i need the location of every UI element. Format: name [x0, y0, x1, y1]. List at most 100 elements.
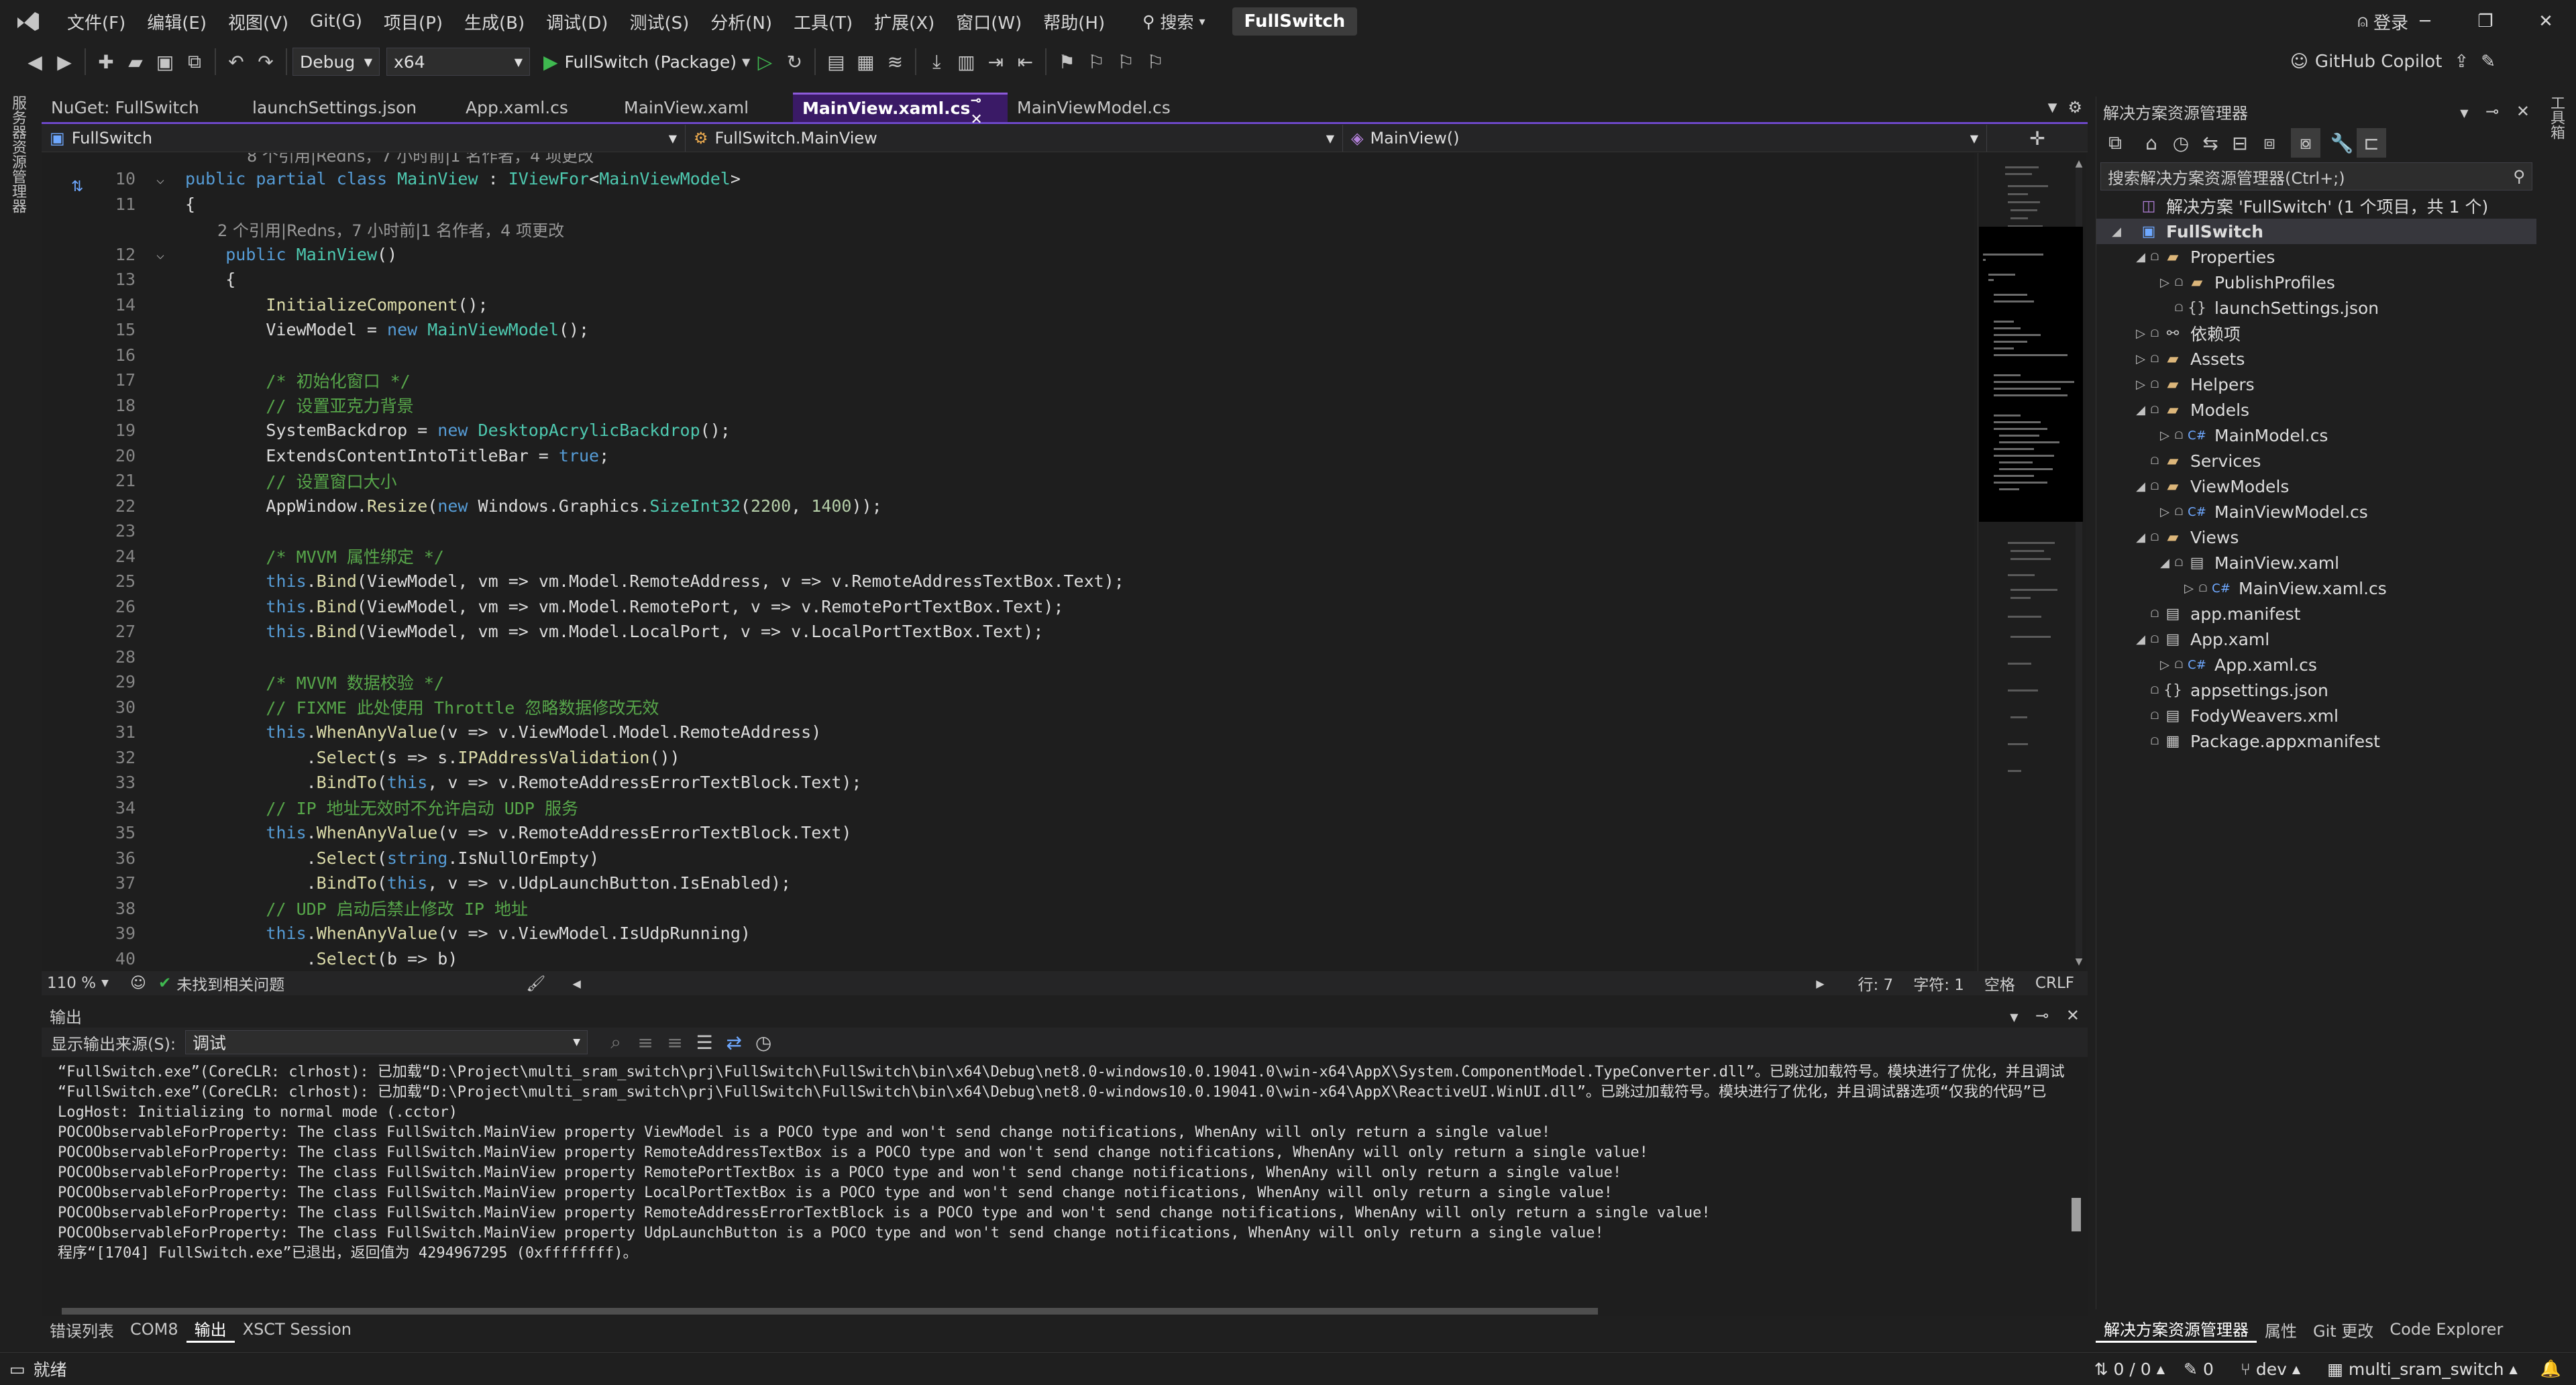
- settings-icon[interactable]: ⚙: [2068, 98, 2082, 117]
- share-icon[interactable]: ⇪: [2454, 52, 2469, 72]
- tree-item[interactable]: ᗝ ▤ app.manifest: [2096, 601, 2536, 626]
- tree-item[interactable]: ◢ ᗝ ▰ ViewModels: [2096, 474, 2536, 499]
- timestamp-icon[interactable]: ◷: [749, 1028, 778, 1057]
- notifications-icon[interactable]: 🔔: [2540, 1359, 2561, 1379]
- collapsed-arrow-icon[interactable]: ▷: [2133, 378, 2149, 392]
- expanded-arrow-icon[interactable]: ◢: [2108, 225, 2125, 239]
- tab-code-explorer[interactable]: Code Explorer: [2381, 1316, 2511, 1343]
- menu-extensions[interactable]: 扩展(X): [863, 0, 945, 43]
- filter-icon[interactable]: ⧇: [2291, 128, 2320, 158]
- char-indicator[interactable]: 字符: 1: [1913, 972, 1964, 995]
- open-folder-icon[interactable]: ▰: [121, 47, 150, 76]
- tree-item[interactable]: ᗝ {} launchSettings.json: [2096, 295, 2536, 321]
- forward-icon[interactable]: ▶: [50, 47, 79, 76]
- output-source-dropdown[interactable]: 调试 ▼: [185, 1030, 588, 1054]
- expanded-arrow-icon[interactable]: ◢: [2133, 632, 2149, 647]
- output-text[interactable]: “FullSwitch.exe”(CoreCLR: clrhost): 已加载“…: [42, 1057, 2088, 1289]
- restore-button[interactable]: ❐: [2455, 0, 2516, 43]
- expanded-arrow-icon[interactable]: ◢: [2133, 531, 2149, 545]
- outdent-icon[interactable]: ⇤: [1010, 47, 1040, 76]
- show-all-files-icon[interactable]: ⧈: [2255, 128, 2284, 158]
- bookmark-icon[interactable]: ⚑: [1052, 47, 1081, 76]
- tab-properties[interactable]: 属性: [2257, 1316, 2305, 1343]
- browse-icon[interactable]: ▤: [821, 47, 851, 76]
- menu-window[interactable]: 窗口(W): [945, 0, 1032, 43]
- tree-item[interactable]: ◢ ᗝ ▰ Views: [2096, 524, 2536, 550]
- repository-status[interactable]: multi_sram_switch: [2349, 1360, 2504, 1379]
- eol-indicator[interactable]: CRLF: [2035, 975, 2074, 992]
- pending-changes-status[interactable]: 0: [2203, 1360, 2214, 1379]
- tree-item[interactable]: ▷ ᗝ ⚯ 依赖项: [2096, 321, 2536, 346]
- pin-icon[interactable]: ⊸: [2485, 102, 2499, 121]
- hot-reload-icon[interactable]: ↻: [780, 47, 809, 76]
- start-without-debugging-icon[interactable]: ▷: [750, 47, 780, 76]
- expanded-arrow-icon[interactable]: ◢: [2133, 250, 2149, 264]
- commits-status[interactable]: 0 / 0: [2114, 1360, 2151, 1379]
- project-dropdown[interactable]: ▣ FullSwitch ▼: [42, 125, 686, 152]
- history-icon[interactable]: ◷: [2166, 128, 2196, 158]
- panel-menu-icon[interactable]: ▼: [2010, 1011, 2018, 1023]
- tree-item[interactable]: ▷ ᗝ C# MainModel.cs: [2096, 423, 2536, 448]
- spell-check-icon[interactable]: ≋: [880, 47, 910, 76]
- previous-message-icon[interactable]: ≡: [631, 1028, 660, 1057]
- zoom-dropdown[interactable]: 110 % ▼: [42, 975, 127, 992]
- panel-menu-icon[interactable]: ▼: [2460, 107, 2468, 119]
- class-dropdown[interactable]: ⚙ FullSwitch.MainView ▼: [686, 125, 1343, 152]
- feedback-icon[interactable]: ✎: [2481, 52, 2496, 72]
- menu-project[interactable]: 项目(P): [373, 0, 453, 43]
- menu-analyze[interactable]: 分析(N): [700, 0, 783, 43]
- tab-solution-explorer[interactable]: 解决方案资源管理器: [2096, 1316, 2257, 1343]
- brush-icon[interactable]: 🖌: [526, 975, 545, 993]
- menu-git[interactable]: Git(G): [299, 0, 373, 43]
- step-into-icon[interactable]: ⤓: [922, 47, 951, 76]
- tree-item[interactable]: ◢ ᗝ ▰ Properties: [2096, 244, 2536, 270]
- start-debugging-button[interactable]: ▶ FullSwitch (Package) ▼: [543, 51, 750, 73]
- scroll-right-icon[interactable]: ▶: [1816, 977, 1824, 990]
- indent-icon[interactable]: ⇥: [981, 47, 1010, 76]
- tree-item[interactable]: ▷ ᗝ ▰ Assets: [2096, 346, 2536, 372]
- tree-item[interactable]: ◢ ᗝ ▰ Models: [2096, 397, 2536, 423]
- collapsed-arrow-icon[interactable]: ▷: [2157, 276, 2173, 290]
- collapsed-arrow-icon[interactable]: ▷: [2181, 581, 2197, 596]
- line-indicator[interactable]: 行: 7: [1858, 972, 1894, 995]
- close-panel-icon[interactable]: ✕: [2516, 102, 2530, 121]
- split-editor-icon[interactable]: ✛: [2029, 127, 2045, 150]
- toolbox-tab[interactable]: 工具箱: [2538, 87, 2573, 148]
- tab-com8[interactable]: COM8: [122, 1316, 186, 1343]
- expanded-arrow-icon[interactable]: ◢: [2157, 556, 2173, 570]
- minimap-viewport[interactable]: [1979, 227, 2083, 522]
- clear-bookmarks-icon[interactable]: ⚐: [1140, 47, 1170, 76]
- preview-icon[interactable]: ⊏: [2357, 128, 2386, 158]
- minimize-button[interactable]: ─: [2395, 0, 2455, 43]
- configuration-dropdown[interactable]: Debug ▼: [292, 48, 380, 76]
- scrollbar-thumb[interactable]: [2072, 1198, 2081, 1231]
- layout-icon[interactable]: ▦: [851, 47, 880, 76]
- copilot-status-icon[interactable]: ☺: [130, 975, 146, 992]
- tree-item[interactable]: ▷ ᗝ ▰ PublishProfiles: [2096, 270, 2536, 295]
- tab-nuget[interactable]: NuGet: FullSwitch: [42, 93, 243, 122]
- server-explorer-tab[interactable]: 服务器资源管理器: [0, 87, 35, 221]
- close-panel-icon[interactable]: ✕: [2066, 1006, 2080, 1025]
- fold-chevron-icon[interactable]: ⌵: [149, 171, 172, 187]
- home-icon[interactable]: ⌂: [2137, 128, 2166, 158]
- next-bookmark-icon[interactable]: ⚐: [1111, 47, 1140, 76]
- tab-git-changes[interactable]: Git 更改: [2305, 1316, 2381, 1343]
- new-project-icon[interactable]: ✚: [91, 47, 121, 76]
- fold-chevron-icon[interactable]: ⌵: [149, 246, 172, 262]
- redo-icon[interactable]: ↷: [251, 47, 280, 76]
- tree-item[interactable]: ᗝ ▰ Services: [2096, 448, 2536, 474]
- code-editor[interactable]: 8 个引用|Redns，7 小时前|1 名作者，4 项更改 10 ⌵ public …: [42, 153, 1974, 971]
- tab-launch-settings[interactable]: launchSettings.json: [243, 93, 456, 122]
- tab-output[interactable]: 输出: [186, 1316, 235, 1343]
- tree-item[interactable]: ▷ ᗝ ▰ Helpers: [2096, 372, 2536, 397]
- back-icon[interactable]: ◀: [20, 47, 50, 76]
- tree-item[interactable]: ▷ ᗝ C# MainView.xaml.cs: [2096, 575, 2536, 601]
- menu-view[interactable]: 视图(V): [217, 0, 299, 43]
- tab-mainview-xaml-cs[interactable]: MainView.xaml.cs ⊸ ✕: [793, 92, 1008, 128]
- codelens-constructor[interactable]: 2 个引用|Redns，7 小时前|1 名作者，4 项更改: [42, 217, 1974, 242]
- clear-all-icon[interactable]: ☰: [690, 1028, 719, 1057]
- tree-item[interactable]: ᗝ ▤ FodyWeavers.xml: [2096, 703, 2536, 728]
- menu-build[interactable]: 生成(B): [453, 0, 535, 43]
- menu-test[interactable]: 测试(S): [619, 0, 700, 43]
- expanded-arrow-icon[interactable]: ◢: [2133, 403, 2149, 417]
